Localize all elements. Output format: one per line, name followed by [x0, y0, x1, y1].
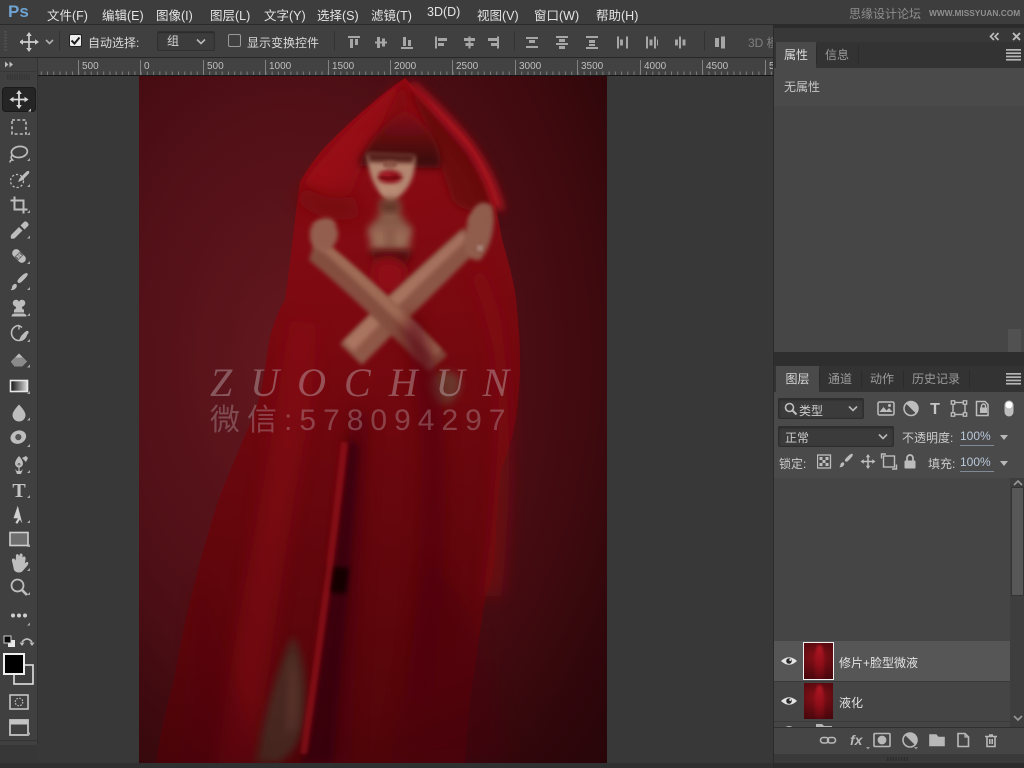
svg-text:fx: fx	[850, 732, 864, 748]
svg-text:4500: 4500	[706, 61, 729, 72]
svg-text:2000: 2000	[394, 61, 417, 72]
svg-text:T: T	[12, 480, 26, 502]
svg-text:500: 500	[82, 61, 99, 72]
svg-text:微信:578094297: 微信:578094297	[210, 404, 513, 437]
svg-text:4000: 4000	[644, 61, 667, 72]
svg-text:3000: 3000	[519, 61, 542, 72]
svg-text:2500: 2500	[456, 61, 479, 72]
svg-text:500: 500	[207, 61, 224, 72]
svg-text:1500: 1500	[332, 61, 355, 72]
svg-text:ZUOCHUN: ZUOCHUN	[210, 360, 527, 405]
svg-text:T: T	[930, 401, 940, 418]
svg-text:1000: 1000	[269, 61, 292, 72]
svg-text:3500: 3500	[581, 61, 604, 72]
svg-text:0: 0	[144, 61, 150, 72]
